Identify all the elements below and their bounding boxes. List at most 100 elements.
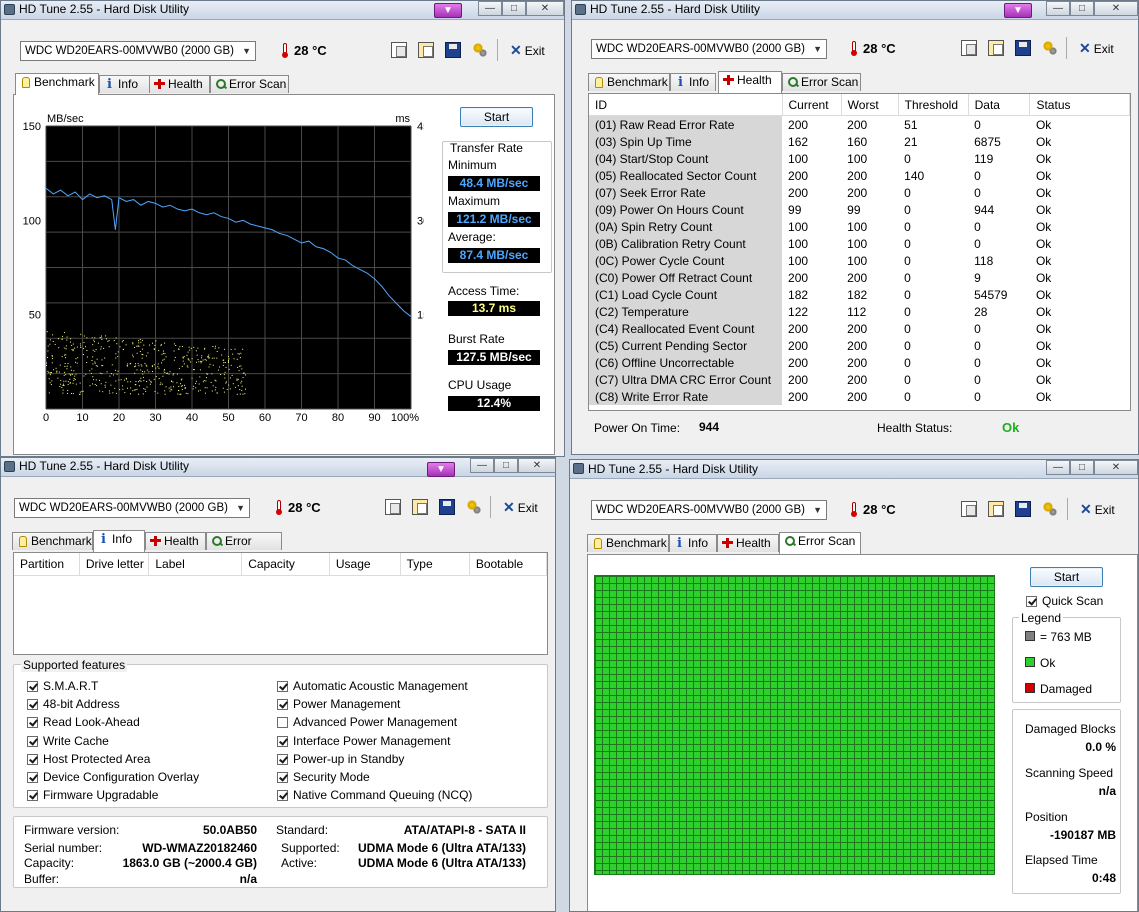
feature-checkbox[interactable]: Advanced Power Management — [277, 715, 457, 729]
table-row[interactable]: (05) Reallocated Sector Count 200 200 140 0 O… — [589, 167, 1130, 184]
feature-checkbox[interactable]: Security Mode — [277, 770, 370, 784]
exit-button[interactable]: ✕ Exit — [503, 499, 543, 515]
close-button[interactable]: ✕ — [1094, 460, 1138, 475]
table-row[interactable]: (C0) Power Off Retract Count 200 200 0 9 Ok — [589, 269, 1130, 286]
feature-checkbox[interactable]: Write Cache — [27, 734, 109, 748]
feature-checkbox[interactable]: Read Look-Ahead — [27, 715, 140, 729]
column-header[interactable]: Partition — [14, 553, 80, 576]
title-bar[interactable]: HD Tune 2.55 - Hard Disk Utility ▼ — □ ✕ — [572, 1, 1138, 20]
tab-health[interactable]: Health — [149, 75, 210, 93]
copy-screenshot-icon[interactable] — [418, 42, 434, 58]
table-row[interactable]: (C6) Offline Uncorrectable 200 200 0 0 Ok — [589, 354, 1130, 371]
table-row[interactable]: (09) Power On Hours Count 99 99 0 944 Ok — [589, 201, 1130, 218]
copy-text-icon[interactable] — [385, 499, 401, 515]
benchmark-start-button[interactable]: Start — [460, 107, 533, 127]
column-header[interactable]: Type — [400, 553, 470, 576]
copy-screenshot-icon[interactable] — [412, 499, 428, 515]
feature-checkbox[interactable]: Device Configuration Overlay — [27, 770, 199, 784]
table-row[interactable]: (03) Spin Up Time 162 160 21 6875 Ok — [589, 133, 1130, 150]
save-icon[interactable] — [1015, 40, 1031, 56]
column-header[interactable]: Bootable — [469, 553, 548, 576]
column-header[interactable]: Worst — [841, 94, 899, 116]
options-icon[interactable] — [1042, 40, 1058, 56]
options-icon[interactable] — [466, 499, 482, 515]
column-header[interactable]: Status — [1029, 94, 1130, 116]
column-header[interactable]: Label — [148, 553, 243, 576]
switcher-button[interactable]: ▼ — [1004, 3, 1032, 18]
tab-benchmark[interactable]: Benchmark — [15, 73, 99, 95]
column-header[interactable]: Data — [968, 94, 1031, 116]
tab-health[interactable]: Health — [718, 71, 782, 93]
scan-start-button[interactable]: Start — [1030, 567, 1103, 587]
switcher-button[interactable]: ▼ — [427, 462, 455, 477]
title-bar[interactable]: HD Tune 2.55 - Hard Disk Utility ▼ — □ ✕ — [1, 458, 555, 477]
table-row[interactable]: (07) Seek Error Rate 200 200 0 0 Ok — [589, 184, 1130, 201]
drive-dropdown[interactable]: WDC WD20EARS-00MVWB0 (2000 GB) ▼ — [20, 41, 256, 61]
table-row[interactable]: (C2) Temperature 122 112 0 28 Ok — [589, 303, 1130, 320]
tab-benchmark[interactable]: Benchmark — [588, 73, 670, 91]
minimize-button[interactable]: — — [470, 458, 494, 473]
tab-health[interactable]: Health — [145, 532, 206, 550]
close-button[interactable]: ✕ — [518, 458, 555, 473]
feature-checkbox[interactable]: Power Management — [277, 697, 400, 711]
table-row[interactable]: (04) Start/Stop Count 100 100 0 119 Ok — [589, 150, 1130, 167]
close-button[interactable]: ✕ — [1094, 1, 1138, 16]
feature-checkbox[interactable]: Host Protected Area — [27, 752, 150, 766]
tab-benchmark[interactable]: Benchmark — [587, 534, 669, 552]
feature-checkbox[interactable]: Native Command Queuing (NCQ) — [277, 788, 472, 802]
feature-checkbox[interactable]: Firmware Upgradable — [27, 788, 158, 802]
copy-screenshot-icon[interactable] — [988, 40, 1004, 56]
table-row[interactable]: (0A) Spin Retry Count 100 100 0 0 Ok — [589, 218, 1130, 235]
feature-checkbox[interactable]: 48-bit Address — [27, 697, 120, 711]
feature-checkbox[interactable]: Automatic Acoustic Management — [277, 679, 468, 693]
drive-dropdown[interactable]: WDC WD20EARS-00MVWB0 (2000 GB) ▼ — [14, 498, 250, 518]
column-header[interactable]: Current — [782, 94, 842, 116]
drive-dropdown[interactable]: WDC WD20EARS-00MVWB0 (2000 GB) ▼ — [591, 500, 827, 520]
save-icon[interactable] — [445, 42, 461, 58]
table-row[interactable]: (0B) Calibration Retry Count 100 100 0 0 Ok — [589, 235, 1130, 252]
copy-text-icon[interactable] — [961, 40, 977, 56]
copy-text-icon[interactable] — [391, 42, 407, 58]
quick-scan-checkbox[interactable]: Quick Scan — [1026, 594, 1103, 608]
options-icon[interactable] — [472, 42, 488, 58]
tab-error-scan[interactable]: Error Scan — [782, 73, 861, 91]
options-icon[interactable] — [1042, 501, 1058, 517]
partition-list[interactable]: Partition Drive letter Label Capacity Usage T… — [13, 552, 548, 655]
feature-checkbox[interactable]: Power-up in Standby — [277, 752, 404, 766]
tab-info[interactable]: Info — [93, 530, 145, 552]
tab-error-scan[interactable]: Error Scan — [779, 532, 861, 554]
feature-checkbox[interactable]: S.M.A.R.T — [27, 679, 98, 693]
maximize-button[interactable]: □ — [1070, 460, 1094, 475]
save-icon[interactable] — [439, 499, 455, 515]
copy-screenshot-icon[interactable] — [988, 501, 1004, 517]
minimize-button[interactable]: — — [478, 1, 502, 16]
table-row[interactable]: (C4) Reallocated Event Count 200 200 0 0 Ok — [589, 320, 1130, 337]
column-header[interactable]: Threshold — [898, 94, 969, 116]
column-header[interactable]: Capacity — [241, 553, 330, 576]
table-row[interactable]: (C8) Write Error Rate 200 200 0 0 Ok — [589, 388, 1130, 405]
table-row[interactable]: (C1) Load Cycle Count 182 182 0 54579 Ok — [589, 286, 1130, 303]
tab-error-scan[interactable]: Error Scan — [210, 75, 289, 93]
title-bar[interactable]: HD Tune 2.55 - Hard Disk Utility ▼ — □ ✕ — [1, 1, 564, 20]
copy-text-icon[interactable] — [961, 501, 977, 517]
table-row[interactable]: (C7) Ultra DMA CRC Error Count 200 200 0 0 Ok — [589, 371, 1130, 388]
title-bar[interactable]: HD Tune 2.55 - Hard Disk Utility — □ ✕ — [570, 460, 1138, 479]
column-header[interactable]: Usage — [329, 553, 401, 576]
tab-benchmark[interactable]: Benchmark — [12, 532, 93, 550]
table-row[interactable]: (0C) Power Cycle Count 100 100 0 118 Ok — [589, 252, 1130, 269]
tab-error-scan[interactable]: Error Scan — [206, 532, 282, 565]
feature-checkbox[interactable]: Interface Power Management — [277, 734, 450, 748]
switcher-button[interactable]: ▼ — [434, 3, 462, 18]
save-icon[interactable] — [1015, 501, 1031, 517]
tab-health[interactable]: Health — [717, 534, 779, 552]
tab-info[interactable]: Info — [669, 534, 717, 552]
column-header[interactable]: ID — [589, 94, 783, 116]
maximize-button[interactable]: □ — [494, 458, 518, 473]
minimize-button[interactable]: — — [1046, 1, 1070, 16]
table-row[interactable]: (01) Raw Read Error Rate 200 200 51 0 Ok — [589, 115, 1130, 133]
column-header[interactable]: Drive letter — [79, 553, 150, 576]
drive-dropdown[interactable]: WDC WD20EARS-00MVWB0 (2000 GB) ▼ — [591, 39, 827, 59]
tab-info[interactable]: Info — [670, 73, 716, 91]
maximize-button[interactable]: □ — [502, 1, 526, 16]
minimize-button[interactable]: — — [1046, 460, 1070, 475]
